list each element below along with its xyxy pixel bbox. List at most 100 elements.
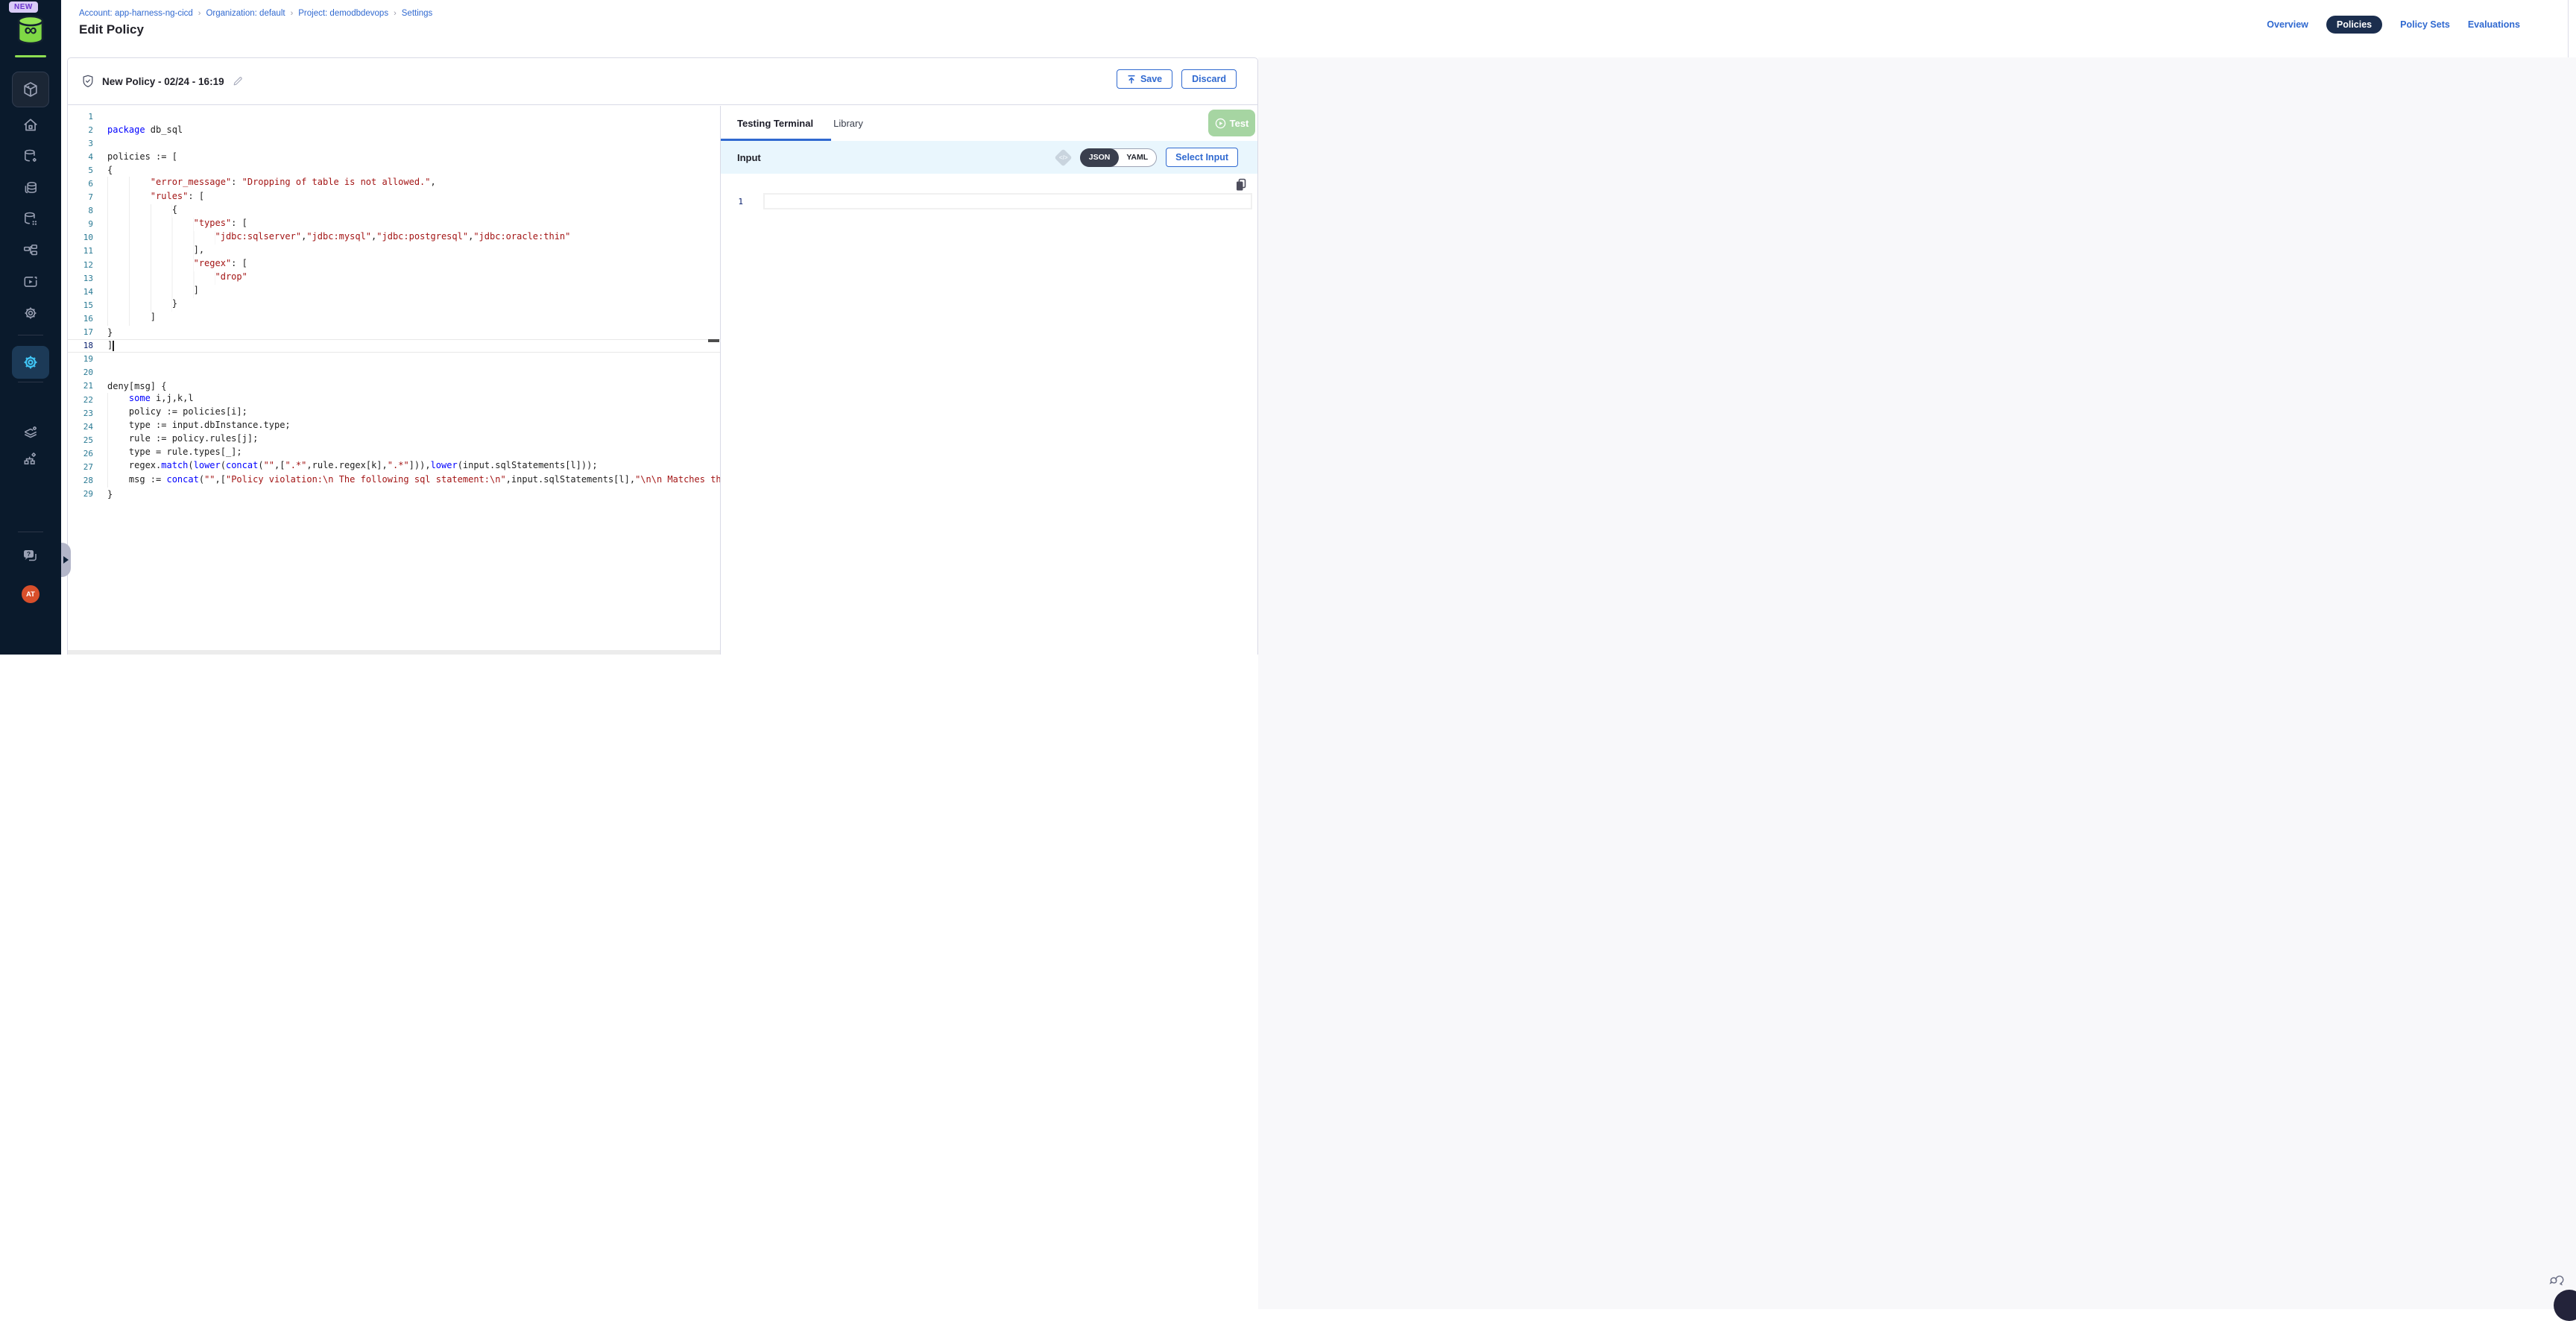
harness-db-devops-logo[interactable]: ∞ <box>16 15 45 46</box>
breadcrumb-settings[interactable]: Settings <box>402 9 433 18</box>
new-badge: NEW <box>9 1 38 13</box>
policy-code-editor[interactable]: 12package db_sql 3 4policies := [5{6 "erro… <box>68 106 720 650</box>
sidebar-item-db-stack[interactable] <box>16 173 45 203</box>
code-line[interactable]: 5{ <box>68 163 720 177</box>
code-line[interactable]: 21deny[msg] { <box>68 379 720 393</box>
breadcrumb-organization[interactable]: Organization: default <box>206 9 285 18</box>
line-number: 11 <box>68 246 93 256</box>
breadcrumb: Account: app-harness-ng-cicd › Organizatio… <box>79 9 432 18</box>
code-line[interactable]: 11 ], <box>68 245 720 258</box>
code-line[interactable]: 23 policy := policies[i]; <box>68 406 720 420</box>
code-line[interactable]: 2package db_sql <box>68 123 720 136</box>
code-line[interactable]: 9 "types": [ <box>68 218 720 231</box>
code-line[interactable]: 3 <box>68 136 720 150</box>
chat-bubbles-icon[interactable] <box>2549 1273 2566 1288</box>
code-line[interactable]: 12 "regex": [ <box>68 258 720 271</box>
tab-policy-sets[interactable]: Policy Sets <box>2400 19 2450 30</box>
page-title: Edit Policy <box>79 22 144 37</box>
format-json[interactable]: JSON <box>1080 148 1120 167</box>
code-line[interactable]: 4policies := [ <box>68 150 720 163</box>
testing-panel: Testing Terminal Library Test Input </> … <box>721 106 1257 655</box>
editor-horizontal-scrollbar[interactable] <box>68 650 720 655</box>
database-stack-icon <box>22 180 39 196</box>
input-line[interactable]: 1 <box>721 193 1257 209</box>
tab-overview[interactable]: Overview <box>2267 19 2308 30</box>
line-number: 23 <box>68 409 93 418</box>
input-active-line-box[interactable] <box>763 193 1252 209</box>
sidebar-expand-handle[interactable] <box>61 543 71 577</box>
top-nav: Overview Policies Policy Sets Evaluation… <box>2267 16 2520 34</box>
line-number: 4 <box>68 152 93 162</box>
code-line[interactable]: 18] <box>68 339 720 353</box>
line-number: 14 <box>68 287 93 297</box>
module-selector-tile[interactable] <box>12 72 49 107</box>
select-input-button[interactable]: Select Input <box>1166 148 1238 167</box>
sidebar-item-gear[interactable] <box>16 298 45 328</box>
code-line[interactable]: 29} <box>68 488 720 501</box>
format-toggle[interactable]: JSON YAML <box>1080 148 1157 167</box>
database-instances-icon <box>22 211 39 227</box>
sidebar-item-settings-active[interactable] <box>12 346 49 379</box>
code-line[interactable]: 24 type := input.dbInstance.type; <box>68 420 720 433</box>
tab-policies[interactable]: Policies <box>2326 16 2382 34</box>
code-line[interactable]: 28 msg := concat("",["Policy violation:\… <box>68 474 720 488</box>
format-yaml[interactable]: YAML <box>1118 149 1156 166</box>
sidebar-item-runs[interactable] <box>16 267 45 297</box>
save-button[interactable]: Save <box>1117 69 1172 89</box>
breadcrumb-separator: › <box>291 9 294 18</box>
sidebar-help-chat[interactable]: ? <box>16 545 45 567</box>
code-line[interactable]: 16 ] <box>68 312 720 325</box>
breadcrumb-project[interactable]: Project: demodbdevops <box>298 9 388 18</box>
code-line[interactable]: 1 <box>68 110 720 123</box>
overview-ruler-cursor-mark <box>708 339 719 342</box>
breadcrumb-account[interactable]: Account: app-harness-ng-cicd <box>79 9 193 18</box>
code-line[interactable]: 26 type = rule.types[_]; <box>68 447 720 460</box>
chat-widget-blob[interactable] <box>2554 1290 2576 1321</box>
code-line[interactable]: 22 some i,j,k,l <box>68 393 720 406</box>
copy-icon[interactable] <box>1235 178 1247 192</box>
code-line[interactable]: 15 } <box>68 298 720 312</box>
sidebar-item-org-settings[interactable] <box>16 444 45 473</box>
infinity-glyph: ∞ <box>16 22 45 40</box>
input-header-row: Input </> JSON YAML Select Input <box>721 141 1257 174</box>
logo-underline <box>15 55 46 57</box>
test-button[interactable]: Test <box>1208 110 1255 136</box>
code-line[interactable]: 6 "error_message": "Dropping of table is… <box>68 177 720 190</box>
line-number: 7 <box>68 192 93 202</box>
line-number: 1 <box>68 112 93 122</box>
code-editor-lines: 12package db_sql 3 4policies := [5{6 "erro… <box>68 110 720 501</box>
edit-pencil-icon[interactable] <box>232 75 244 87</box>
code-line[interactable]: 27 regex.match(lower(concat("",[".*",rul… <box>68 460 720 473</box>
code-line[interactable]: 14 ] <box>68 285 720 298</box>
user-avatar[interactable]: AT <box>22 585 40 603</box>
line-number: 19 <box>68 354 93 364</box>
org-structure-gear-icon <box>22 450 39 467</box>
code-line[interactable]: 10 "jdbc:sqlserver","jdbc:mysql","jdbc:p… <box>68 231 720 245</box>
tab-testing-terminal[interactable]: Testing Terminal <box>737 118 813 129</box>
sidebar-item-flows[interactable] <box>16 236 45 265</box>
line-number: 3 <box>68 139 93 148</box>
sidebar-item-db-instances[interactable] <box>16 204 45 234</box>
tab-library[interactable]: Library <box>833 118 863 129</box>
code-line[interactable]: 19 <box>68 353 720 366</box>
code-line[interactable]: 7 "rules": [ <box>68 191 720 204</box>
input-editor[interactable]: 1 <box>721 174 1257 209</box>
tab-evaluations[interactable]: Evaluations <box>2468 19 2520 30</box>
svg-text:?: ? <box>27 550 31 558</box>
sidebar-item-db-config[interactable] <box>16 142 45 171</box>
line-number: 21 <box>68 381 93 391</box>
line-number: 24 <box>68 422 93 432</box>
database-gear-icon <box>22 148 39 165</box>
input-line-number: 1 <box>721 197 743 206</box>
code-line[interactable]: 25 rule := policy.rules[j]; <box>68 433 720 447</box>
code-line[interactable]: 13 "drop" <box>68 271 720 285</box>
cube-icon <box>22 81 40 98</box>
discard-button[interactable]: Discard <box>1181 69 1237 89</box>
code-line[interactable]: 20 <box>68 366 720 379</box>
sidebar-item-home[interactable] <box>16 110 45 140</box>
code-line[interactable]: 17} <box>68 326 720 339</box>
policy-card-header: New Policy - 02/24 - 16:19 Save Discard <box>68 58 1257 105</box>
code-line[interactable]: 8 { <box>68 204 720 218</box>
shield-check-icon <box>81 74 95 89</box>
sidebar-item-layers-settings[interactable] <box>16 417 45 447</box>
